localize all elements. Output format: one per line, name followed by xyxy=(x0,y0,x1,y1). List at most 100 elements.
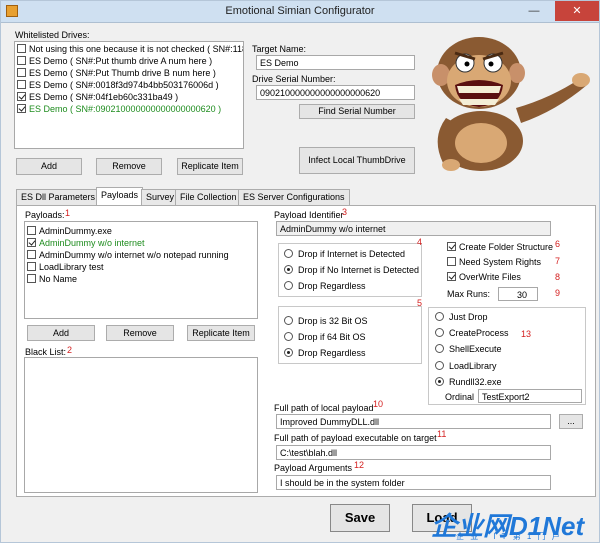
checkbox-icon[interactable] xyxy=(447,257,456,266)
monkey-logo-image xyxy=(432,37,590,171)
whitelist-item[interactable]: ES Demo ( SN#:Put thumb drive A num here… xyxy=(17,55,212,67)
browse-button[interactable]: ... xyxy=(559,414,583,429)
tab-file-collection[interactable]: File Collection xyxy=(175,189,242,205)
tab-payloads[interactable]: Payloads xyxy=(96,187,144,206)
radio-icon[interactable] xyxy=(435,361,444,370)
watermark-subtitle: 企 业 · I T 第 1 门 户 xyxy=(456,532,562,541)
checkbox-checked-icon[interactable] xyxy=(447,272,456,281)
payload-add-button[interactable]: Add xyxy=(27,325,95,341)
payload-identifier-label: Payload Identifier xyxy=(274,210,344,220)
annotation-9: 9 xyxy=(555,288,561,298)
radio-option[interactable]: Drop is 32 Bit OS xyxy=(284,315,368,327)
radio-option[interactable]: Drop if 64 Bit OS xyxy=(284,331,366,343)
annotation-12: 12 xyxy=(354,460,365,470)
radio-option[interactable]: Drop Regardless xyxy=(284,280,366,292)
close-button[interactable]: ✕ xyxy=(555,1,599,21)
infect-thumbdrive-button[interactable]: Infect Local ThumbDrive xyxy=(299,147,415,174)
drive-serial-field[interactable]: 090210000000000000000620 xyxy=(256,85,415,100)
radio-icon[interactable] xyxy=(435,328,444,337)
max-runs-spinner[interactable]: 30 xyxy=(498,287,538,301)
annotation-1: 1 xyxy=(65,208,71,218)
checkbox-icon[interactable] xyxy=(27,262,36,271)
minimize-button[interactable]: — xyxy=(521,1,547,21)
annotation-3: 3 xyxy=(342,207,348,217)
checkbox-checked-icon[interactable] xyxy=(17,104,26,113)
radio-option[interactable]: Drop Regardless xyxy=(284,347,366,359)
tab-survey[interactable]: Survey xyxy=(141,189,180,205)
radio-icon[interactable] xyxy=(284,249,293,258)
radio-option[interactable]: Just Drop xyxy=(435,311,488,323)
whitelist-label: Whitelisted Drives: xyxy=(15,30,90,40)
whitelist-add-button[interactable]: Add xyxy=(16,158,82,175)
payloads-label: Payloads: xyxy=(25,210,65,220)
flag-overwrite-files[interactable]: OverWrite Files xyxy=(447,271,521,283)
save-button[interactable]: Save xyxy=(330,504,390,532)
checkbox-icon[interactable] xyxy=(17,44,26,53)
radio-selected-icon[interactable] xyxy=(284,348,293,357)
payloads-list[interactable]: AdminDummy.exe AdminDummy w/o internet A… xyxy=(24,221,258,319)
whitelist-item[interactable]: ES Demo ( SN#:090210000000000000000620 ) xyxy=(17,103,221,115)
payload-args-label: Payload Arguments xyxy=(274,463,353,473)
payload-replicate-button[interactable]: Replicate Item xyxy=(187,325,255,341)
whitelist-item[interactable]: Not using this one because it is not che… xyxy=(17,43,243,55)
find-serial-button[interactable]: Find Serial Number xyxy=(299,104,415,119)
checkbox-checked-icon[interactable] xyxy=(447,242,456,251)
whitelist-box[interactable]: Not using this one because it is not che… xyxy=(14,41,244,149)
checkbox-icon[interactable] xyxy=(17,56,26,65)
checkbox-icon[interactable] xyxy=(27,274,36,283)
radio-option[interactable]: Drop if No Internet is Detected xyxy=(284,264,419,276)
internet-options-group: Drop if Internet is Detected Drop if No … xyxy=(278,243,422,297)
annotation-10: 10 xyxy=(373,399,384,409)
blacklist-label: Black List: xyxy=(25,347,67,357)
main-window: Emotional Simian Configurator — ✕ Whitel… xyxy=(0,0,600,543)
radio-icon[interactable] xyxy=(284,281,293,290)
annotation-8: 8 xyxy=(555,272,561,282)
ordinal-field[interactable]: TestExport2 xyxy=(478,389,582,403)
payload-args-field[interactable]: I should be in the system folder xyxy=(276,475,551,490)
whitelist-item[interactable]: ES Demo ( SN#:Put Thumb drive B num here… xyxy=(17,67,216,79)
blacklist-box[interactable] xyxy=(24,357,258,493)
radio-option[interactable]: Drop if Internet is Detected xyxy=(284,248,405,260)
flag-create-folder[interactable]: Create Folder Structure xyxy=(447,241,553,253)
target-path-field[interactable]: C:\test\blah.dll xyxy=(276,445,551,460)
checkbox-icon[interactable] xyxy=(17,80,26,89)
annotation-11: 11 xyxy=(437,429,447,439)
payload-item[interactable]: AdminDummy w/o internet xyxy=(27,237,145,249)
target-name-field[interactable]: ES Demo xyxy=(256,55,415,70)
local-payload-field[interactable]: Improved DummyDLL.dll xyxy=(276,414,551,429)
radio-icon[interactable] xyxy=(284,316,293,325)
checkbox-icon[interactable] xyxy=(27,226,36,235)
payload-item[interactable]: No Name xyxy=(27,273,77,285)
checkbox-checked-icon[interactable] xyxy=(17,92,26,101)
payload-item[interactable]: AdminDummy w/o internet w/o notepad runn… xyxy=(27,249,229,261)
radio-icon[interactable] xyxy=(284,332,293,341)
radio-icon[interactable] xyxy=(435,344,444,353)
radio-selected-icon[interactable] xyxy=(284,265,293,274)
payload-item[interactable]: LoadLibrary test xyxy=(27,261,104,273)
payload-identifier-field[interactable]: AdminDummy w/o internet xyxy=(276,221,551,236)
annotation-13: 13 xyxy=(521,329,532,339)
radio-icon[interactable] xyxy=(435,312,444,321)
payload-item[interactable]: AdminDummy.exe xyxy=(27,225,112,237)
whitelist-replicate-button[interactable]: Replicate Item xyxy=(177,158,243,175)
radio-selected-icon[interactable] xyxy=(435,377,444,386)
tab-es-dll-parameters[interactable]: ES Dll Parameters xyxy=(16,189,101,205)
whitelist-item[interactable]: ES Demo ( SN#:04f1eb60c331ba49 ) xyxy=(17,91,178,103)
radio-option[interactable]: ShellExecute xyxy=(435,343,502,355)
whitelist-remove-button[interactable]: Remove xyxy=(96,158,162,175)
radio-option[interactable]: LoadLibrary xyxy=(435,360,497,372)
target-path-label: Full path of payload executable on targe… xyxy=(274,433,437,443)
whitelist-item[interactable]: ES Demo ( SN#:0018f3d974b4bb503176006d ) xyxy=(17,79,219,91)
radio-option[interactable]: Rundll32.exe xyxy=(435,376,502,388)
tab-es-server-configurations[interactable]: ES Server Configurations xyxy=(238,189,350,205)
execution-options-group: Just Drop CreateProcess ShellExecute Loa… xyxy=(428,307,586,405)
flag-need-system-rights[interactable]: Need System Rights xyxy=(447,256,541,268)
payload-remove-button[interactable]: Remove xyxy=(106,325,174,341)
checkbox-checked-icon[interactable] xyxy=(27,238,36,247)
ordinal-label: Ordinal xyxy=(445,392,475,402)
max-runs-label: Max Runs: xyxy=(447,289,491,299)
os-options-group: Drop is 32 Bit OS Drop if 64 Bit OS Drop… xyxy=(278,306,422,364)
checkbox-icon[interactable] xyxy=(27,250,36,259)
checkbox-icon[interactable] xyxy=(17,68,26,77)
radio-option[interactable]: CreateProcess xyxy=(435,327,509,339)
